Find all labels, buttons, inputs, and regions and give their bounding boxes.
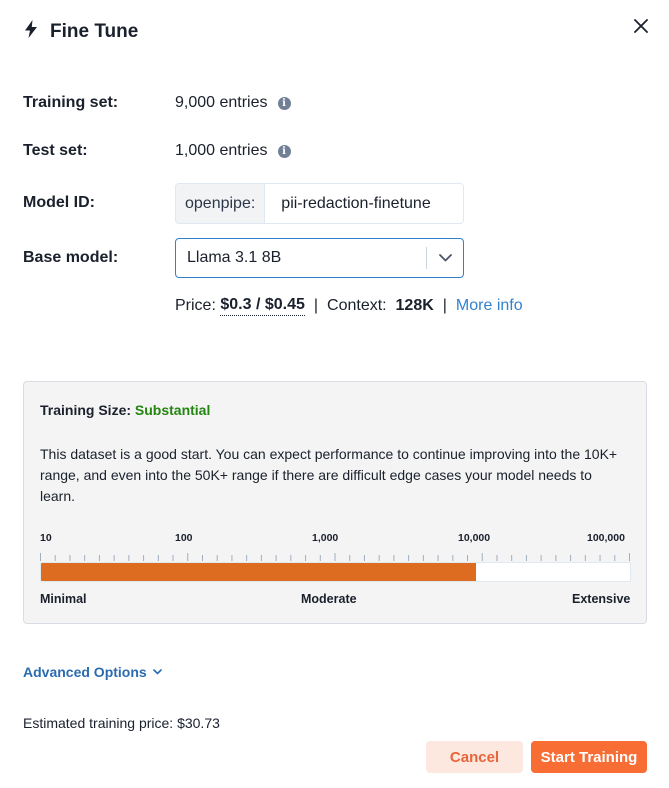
- scale-label-1000: 1,000: [312, 532, 339, 544]
- training-size-panel: Training Size: Substantial This dataset …: [23, 381, 647, 624]
- base-model-label: Base model:: [23, 249, 119, 266]
- advanced-options-label: Advanced Options: [23, 664, 147, 680]
- fine-tune-modal: Fine Tune Training set: 9,000 entries i …: [0, 0, 669, 788]
- base-model-select[interactable]: Llama 3.1 8B: [175, 238, 464, 278]
- modal-header: Fine Tune: [24, 20, 138, 44]
- chevron-down-icon: [152, 669, 162, 675]
- scale-label-100000: 100,000: [587, 532, 625, 544]
- training-size-heading: Training Size: Substantial: [40, 402, 210, 418]
- training-size-value: Substantial: [134, 402, 211, 418]
- model-id-input[interactable]: [265, 184, 463, 223]
- estimated-price: Estimated training price: $30.73: [23, 715, 220, 731]
- training-set-value-row: 9,000 entries i: [175, 94, 291, 112]
- training-set-value: 9,000 entries: [175, 94, 268, 111]
- model-id-field: openpipe:: [175, 183, 464, 224]
- range-label-moderate: Moderate: [301, 592, 357, 606]
- cancel-button[interactable]: Cancel: [426, 741, 523, 773]
- scale-label-10000: 10,000: [458, 532, 491, 544]
- range-label-minimal: Minimal: [40, 592, 87, 606]
- context-label: Context:: [327, 297, 387, 314]
- training-size-fill: [41, 563, 476, 581]
- more-info-link[interactable]: More info: [456, 297, 523, 315]
- price-value[interactable]: $0.3 / $0.45: [220, 296, 305, 316]
- separator: |: [313, 297, 319, 314]
- training-size-track: [40, 562, 631, 582]
- training-set-label: Training set:: [23, 94, 119, 111]
- model-id-prefix: openpipe:: [176, 184, 266, 223]
- training-size-description: This dataset is a good start. You can ex…: [40, 446, 618, 504]
- range-label-extensive: Extensive: [572, 592, 631, 606]
- model-id-label: Model ID:: [23, 194, 95, 211]
- price-label: Price:: [175, 297, 216, 314]
- scale-ticks: [40, 553, 630, 561]
- price-info: Price: $0.3 / $0.45 | Context: 128K | Mo…: [175, 296, 523, 316]
- close-button[interactable]: [629, 14, 653, 38]
- start-training-button[interactable]: Start Training: [531, 741, 647, 773]
- close-icon: [634, 19, 648, 33]
- test-set-value-row: 1,000 entries i: [175, 142, 291, 160]
- info-icon[interactable]: i: [277, 144, 291, 158]
- test-set-value: 1,000 entries: [175, 142, 268, 159]
- info-icon[interactable]: i: [277, 96, 291, 110]
- training-size-label: Training Size:: [40, 402, 132, 418]
- scale-label-10: 10: [40, 532, 52, 544]
- advanced-options-toggle[interactable]: Advanced Options: [23, 664, 162, 680]
- modal-title: Fine Tune: [50, 21, 139, 42]
- lightning-icon: [24, 20, 38, 44]
- test-set-label: Test set:: [23, 142, 88, 159]
- base-model-value: Llama 3.1 8B: [187, 249, 282, 266]
- context-value: 128K: [395, 297, 434, 314]
- separator: |: [442, 297, 447, 314]
- chevron-down-icon[interactable]: [427, 254, 463, 262]
- scale-label-100: 100: [175, 532, 193, 544]
